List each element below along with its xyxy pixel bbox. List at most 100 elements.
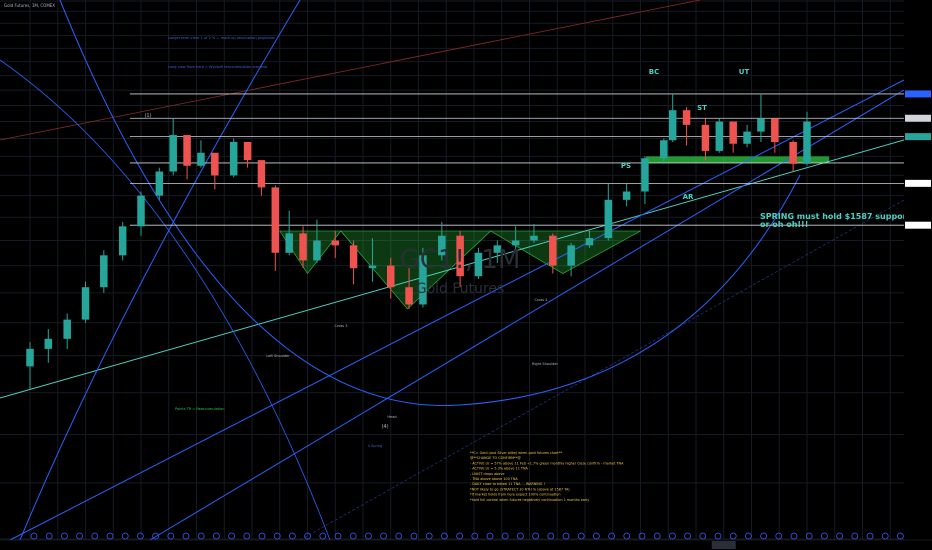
event-marker [699,532,707,540]
event-marker [760,532,767,540]
event-marker [197,532,205,540]
price-tag [905,90,931,98]
event-marker [136,532,144,540]
event-marker [821,532,828,540]
candle-body [26,348,34,367]
label-wave-4: (4) [381,424,388,430]
event-marker [790,532,798,540]
candle-body [743,131,751,144]
event-marker [669,532,676,540]
note-line: - ACTIVE LV = 57% above 11 Feb +1.7% gre… [470,461,624,465]
price-tag [905,221,931,229]
event-marker [684,532,691,540]
label-left-note: Points TR = Reaccumulation [175,407,224,411]
event-marker [380,532,388,540]
candle-body [271,187,280,253]
candle-body [729,121,737,144]
time-axis-bg [0,540,932,550]
top-note: Long view from here = Wyckoff reaccumula… [168,65,267,69]
event-marker [897,532,904,540]
event-marker [319,532,327,540]
event-marker [623,532,631,540]
candle-body [668,110,677,141]
watermark-ticker: GC1!, 1M [400,245,521,275]
event-marker [258,532,266,540]
arc-left-2 [0,59,331,541]
candle-body [257,160,266,188]
candle-body [387,265,395,288]
candle-body [622,191,631,200]
label-head: Head [387,415,396,419]
price-axis-bg [904,0,932,550]
label-ar: AR [683,193,694,201]
candle-body [299,233,307,261]
symbol-header: Gold Futures, 1M, COMEX [4,3,56,8]
event-marker [364,532,372,540]
event-marker [532,532,539,540]
event-marker [182,532,190,540]
candle-body [682,110,691,125]
note-line: *If market holds from here expect 100% c… [470,493,560,497]
candle-body [771,118,779,142]
event-marker [851,532,859,540]
candle-body [530,235,538,241]
arc-bowl [59,0,801,407]
candle-body [585,238,594,246]
candle-body [701,124,710,151]
chart-canvas[interactable]: GC1!, 1M Gold Futures BC UTSTPSARSPRING m… [0,0,932,550]
event-marker [486,532,494,540]
event-marker [608,532,615,540]
event-marker [714,532,722,540]
event-marker [638,532,646,540]
event-marker [593,532,600,540]
candle-body [660,140,668,159]
event-marker [836,532,843,540]
candle-body [63,319,71,339]
top-note: Longer-term view: 1 of 2 % — mark-up res… [168,36,275,40]
candle-body [757,118,765,132]
event-marker [456,532,464,540]
event-marker [653,532,661,540]
note-line: - LVAST drops above [470,472,504,476]
candle-body [81,287,90,320]
watermark-name: Gold Futures [416,281,505,297]
label-st: ST [697,104,707,112]
price-tag [905,179,931,187]
price-tag [905,114,931,122]
candle-body [155,171,164,196]
note-line: **C= Gold (and Silver alike) when gold f… [470,451,562,455]
candle-body [567,245,575,266]
label-right-shoulder: Right Shoulder [532,362,558,366]
note-line: *hold full control when futures negative… [470,498,589,502]
candle-body [789,141,797,164]
event-marker [106,532,114,540]
trend-line-red [0,0,701,141]
label-wave-1: (1) [144,113,151,119]
event-marker [410,532,418,540]
event-marker [547,532,555,540]
candle-body [137,195,145,227]
candle-body [331,240,339,246]
candle-body [368,265,377,269]
candle-body [641,158,649,192]
event-marker [866,532,874,540]
event-marker [288,532,296,540]
event-marker [30,532,38,540]
price-axis[interactable] [904,0,932,550]
event-marker [349,532,357,540]
candle-body [100,255,108,288]
candle-body [197,152,205,166]
event-marker [729,532,737,540]
event-marker [471,532,479,540]
event-marker [76,532,83,540]
trend-line-blue-1 [9,79,905,541]
event-marker [745,532,752,540]
event-marker [212,532,220,540]
time-axis[interactable] [0,532,932,550]
event-marker [228,532,236,540]
event-marker [61,532,68,540]
label-spring-2: or oh oh!!! [760,220,808,229]
label-bc: BC [649,68,659,76]
event-marker [121,532,129,540]
note-line: *NOT likely to go (STRATECT 10 NTH % (ab… [470,487,570,491]
